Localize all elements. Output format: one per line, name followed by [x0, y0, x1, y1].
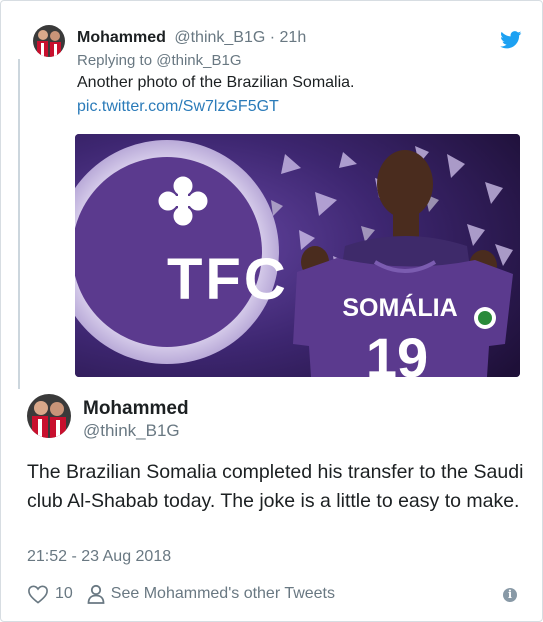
see-other-tweets-link[interactable]: See Mohammed's other Tweets [87, 584, 335, 604]
reply-timestamp[interactable]: 21h [280, 29, 307, 46]
thread-line [18, 59, 20, 389]
person-icon [87, 584, 105, 604]
see-other-tweets-label: See Mohammed's other Tweets [110, 585, 335, 602]
embedded-tweet-card: Mohammed @think_B1G · 21h Replying to @t… [0, 0, 543, 622]
tweet-text: The Brazilian Somalia completed his tran… [27, 461, 524, 512]
wall-letters: TFC [167, 247, 289, 312]
reply-header: Mohammed @think_B1G · 21h [77, 29, 306, 47]
author-name[interactable]: Mohammed [83, 398, 189, 420]
twitter-bird-icon[interactable] [500, 31, 522, 49]
replying-to[interactable]: Replying to @think_B1G [77, 52, 241, 69]
jersey-number: 19 [366, 326, 428, 377]
reply-author-name[interactable]: Mohammed [77, 29, 166, 46]
tweet-timestamp[interactable]: 21:52 - 23 Aug 2018 [27, 548, 171, 566]
tweet-photo[interactable]: TFC SOMÁLIA 19 [75, 134, 520, 377]
like-button[interactable]: 10 [27, 584, 73, 604]
reply-separator: · [265, 29, 280, 46]
reply-text: Another photo of the Brazilian Somalia. [77, 74, 355, 91]
photo-link[interactable]: pic.twitter.com/Sw7lzGF5GT [77, 98, 279, 116]
reply-author-handle[interactable]: @think_B1G [174, 29, 265, 46]
avatar[interactable] [27, 394, 71, 438]
author-handle[interactable]: @think_B1G [83, 421, 180, 441]
jersey-name: SOMÁLIA [342, 293, 457, 322]
like-count: 10 [55, 585, 73, 602]
avatar[interactable] [33, 25, 65, 57]
heart-icon [28, 585, 48, 604]
tweet-actions: 10 See Mohammed's other Tweets [27, 583, 335, 605]
info-icon[interactable]: i [503, 588, 517, 602]
